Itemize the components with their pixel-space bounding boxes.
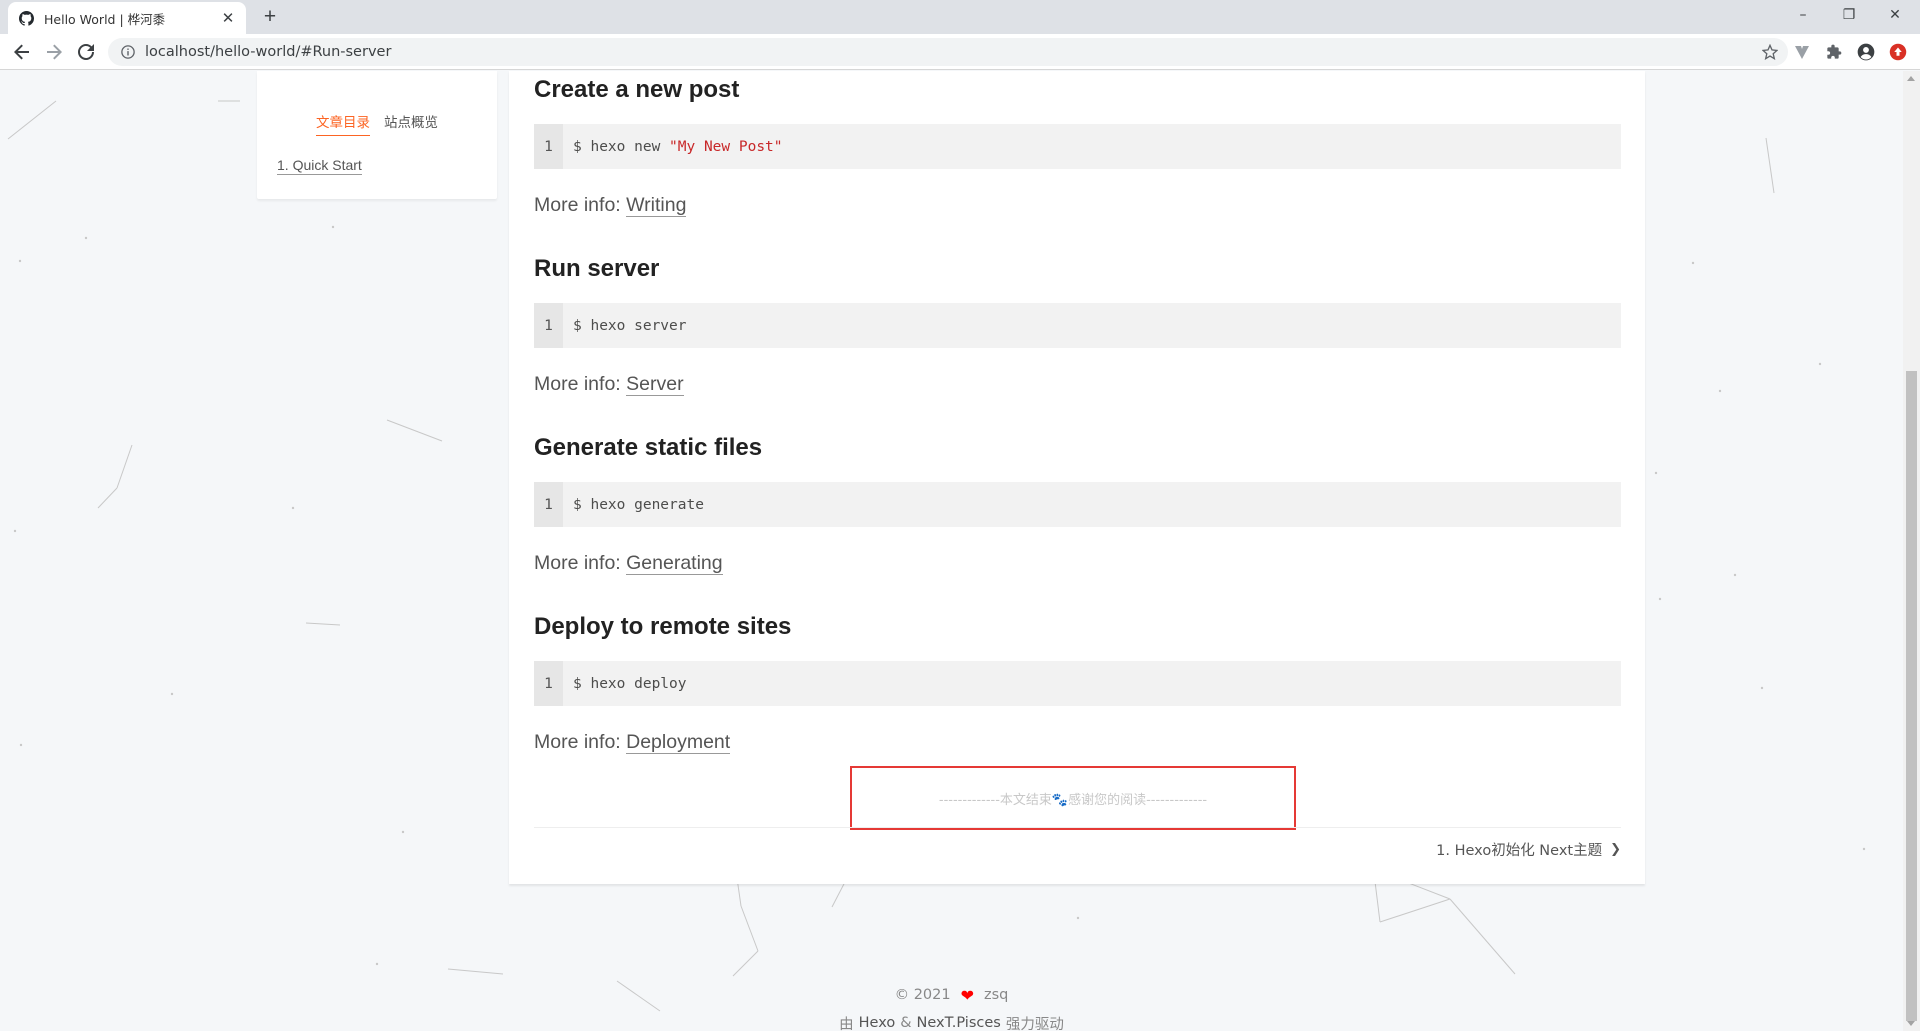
post-content: Create a new post 1 $ hexo new "My New P…	[509, 71, 1645, 884]
line-number: 1	[534, 482, 563, 527]
tab-close-icon[interactable]: ✕	[220, 9, 236, 27]
profile-avatar-icon[interactable]	[1854, 40, 1878, 64]
reload-icon	[78, 44, 94, 60]
code-command: $ hexo new	[573, 138, 670, 155]
new-tab-button[interactable]: +	[258, 5, 282, 29]
restore-button[interactable]: ❐	[1826, 0, 1872, 30]
heart-icon: ❤	[960, 985, 975, 1005]
code-string: "My New Post"	[669, 138, 783, 155]
bookmark-star-icon[interactable]	[1756, 38, 1784, 66]
tab-title: Hello World | 桦河黍	[44, 11, 166, 27]
line-number: 1	[534, 124, 563, 169]
code-line: $ hexo server	[573, 317, 687, 334]
scrollbar-thumb[interactable]	[1906, 371, 1917, 1021]
more-info-generating: More info: Generating	[534, 552, 723, 575]
browser-tab[interactable]: Hello World | 桦河黍 ✕	[8, 2, 246, 34]
more-info-label: More info:	[534, 552, 621, 574]
site-footer: © 2021 ❤ zsq 由 Hexo & NexT.Pisces 强力驱动	[0, 981, 1903, 1031]
heading-create-new-post: Create a new post	[534, 76, 740, 103]
next-post-title: 1. Hexo初始化 Next主题	[1436, 843, 1603, 859]
tab-toc[interactable]: 文章目录	[316, 111, 370, 136]
more-info-label: More info:	[534, 731, 621, 753]
copyright-text: © 2021	[894, 987, 951, 1003]
powered-suffix: 强力驱动	[1005, 1016, 1064, 1031]
link-server[interactable]: Server	[626, 373, 684, 396]
code-line: $ hexo deploy	[573, 675, 687, 692]
more-info-label: More info:	[534, 194, 621, 216]
site-info-icon[interactable]	[120, 44, 136, 60]
url-text: localhost/hello-world/#Run-server	[145, 44, 392, 60]
reload-button[interactable]	[72, 38, 100, 66]
sidebar: 文章目录 站点概览 1. Quick Start	[257, 71, 497, 199]
post-footer-divider	[534, 827, 1621, 828]
sidebar-tabs: 文章目录 站点概览	[257, 111, 497, 136]
more-info-deployment: More info: Deployment	[534, 731, 731, 754]
link-deployment[interactable]: Deployment	[626, 731, 731, 754]
scroll-down-arrow-icon[interactable]	[1907, 1021, 1915, 1026]
code-block: 1 $ hexo deploy	[534, 661, 1621, 706]
code-block: 1 $ hexo generate	[534, 482, 1621, 527]
tab-site-overview[interactable]: 站点概览	[384, 111, 438, 136]
post-end-notice: -------------本文结束🐾感谢您的阅读-------------	[850, 766, 1296, 830]
line-number: 1	[534, 661, 563, 706]
code-line: $ hexo new "My New Post"	[563, 124, 783, 169]
close-window-button[interactable]: ✕	[1872, 0, 1918, 30]
page-scrollbar[interactable]	[1903, 71, 1920, 1031]
github-favicon-icon	[18, 10, 34, 26]
minimize-button[interactable]: –	[1780, 0, 1826, 30]
heading-run-server: Run server	[534, 255, 660, 282]
more-info-server: More info: Server	[534, 373, 684, 396]
code-block: 1 $ hexo server	[534, 303, 1621, 348]
hexo-link[interactable]: Hexo	[858, 1015, 896, 1031]
extensions-puzzle-icon[interactable]	[1822, 40, 1846, 64]
page-viewport: 文章目录 站点概览 1. Quick Start Create a new po…	[0, 71, 1903, 1031]
chevron-right-icon: ❯	[1610, 842, 1621, 857]
more-info-writing: More info: Writing	[534, 194, 687, 217]
scroll-up-arrow-icon[interactable]	[1907, 76, 1915, 81]
theme-link[interactable]: NexT.Pisces	[916, 1015, 1001, 1031]
back-arrow-icon	[14, 44, 29, 60]
heading-deploy-remote-sites: Deploy to remote sites	[534, 613, 792, 640]
heading-generate-static-files: Generate static files	[534, 434, 763, 461]
more-info-label: More info:	[534, 373, 621, 395]
footer-ampersand: &	[900, 1015, 912, 1031]
footer-author: zsq	[984, 987, 1009, 1003]
vuetify-extension-icon[interactable]	[1790, 40, 1814, 64]
powered-prefix: 由	[839, 1016, 854, 1031]
update-menu-icon[interactable]	[1886, 40, 1910, 64]
toc-item-quick-start[interactable]: 1. Quick Start	[277, 157, 362, 175]
address-bar[interactable]: localhost/hello-world/#Run-server	[108, 38, 1788, 66]
back-button[interactable]	[8, 38, 36, 66]
forward-arrow-icon	[47, 44, 62, 60]
tab-strip: Hello World | 桦河黍 ✕ + – ❐ ✕	[0, 0, 1920, 34]
browser-toolbar: localhost/hello-world/#Run-server	[0, 34, 1920, 70]
next-post-link[interactable]: 1. Hexo初始化 Next主题 ❯	[1436, 839, 1621, 860]
code-line: $ hexo generate	[573, 496, 704, 513]
link-generating[interactable]: Generating	[626, 552, 723, 575]
line-number: 1	[534, 303, 563, 348]
code-block: 1 $ hexo new "My New Post"	[534, 124, 1621, 169]
link-writing[interactable]: Writing	[626, 194, 687, 217]
forward-button[interactable]	[40, 38, 68, 66]
